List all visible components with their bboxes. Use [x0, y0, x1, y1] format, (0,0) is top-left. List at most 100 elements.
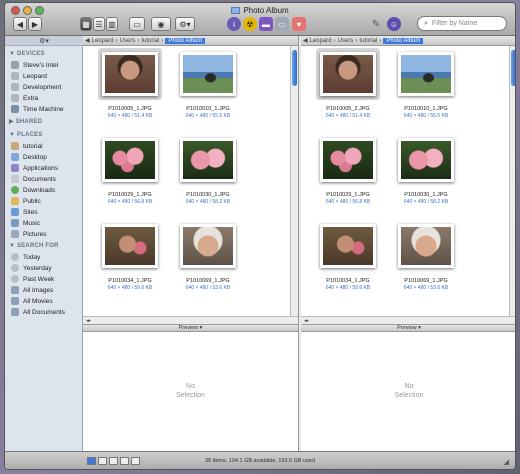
breadcrumb[interactable]: Users	[338, 38, 354, 44]
photo-thumbnail[interactable]	[320, 138, 376, 182]
time-machine-icon	[11, 105, 19, 113]
photo-thumbnail[interactable]	[320, 224, 376, 268]
sidebar-item-search[interactable]: All Images	[11, 285, 53, 295]
file-info: 640 × 480 / 58.2 KB	[403, 199, 449, 205]
breadcrumb-current[interactable]: Photo Album	[165, 37, 206, 44]
sidebar-header-search[interactable]: ▼ SEARCH FOR	[9, 243, 59, 249]
vertical-scrollbar[interactable]	[509, 46, 515, 316]
sidebar-item-place[interactable]: Sites	[11, 207, 37, 217]
sidebar-item-place[interactable]: Downloads	[11, 185, 55, 195]
sidebar-item-place[interactable]: Applications	[11, 163, 58, 173]
file-item[interactable]: P1010069_1.JPG 640 × 480 / 53.6 KB	[173, 220, 243, 304]
file-item[interactable]: P1010010_1.JPG 640 × 480 / 55.5 KB	[173, 48, 243, 132]
file-item[interactable]: P1010005_2.JPG 640 × 480 / 51.4 KB	[313, 48, 383, 132]
sidebar-item-device[interactable]: Steve's Intel	[11, 60, 58, 70]
clock-icon	[11, 264, 19, 272]
file-item[interactable]: P1010029_1.JPG 640 × 480 / 56.8 KB	[95, 134, 165, 218]
column-view-icon: ▥	[108, 19, 116, 29]
breadcrumb[interactable]: Users	[120, 38, 136, 44]
sidebar: ⚙▾ ▼ DEVICES Steve's Intel Leopard Devel…	[5, 36, 83, 451]
sidebar-item-device[interactable]: Time Machine	[11, 104, 64, 114]
wrench-icon[interactable]: ✎	[369, 17, 383, 31]
photo-thumbnail[interactable]	[180, 138, 236, 182]
file-item[interactable]: P1010005_1.JPG 640 × 480 / 51.4 KB	[95, 48, 165, 132]
photo-thumbnail[interactable]	[320, 52, 376, 96]
file-name: P1010005_2.JPG	[326, 106, 370, 112]
file-item[interactable]: P1010029_1.JPG 640 × 480 / 56.8 KB	[313, 134, 383, 218]
horizontal-scrollbar[interactable]: ◂▸	[83, 316, 298, 324]
file-item[interactable]: P1010069_1.JPG 640 × 480 / 53.6 KB	[391, 220, 461, 304]
sidebar-item-search[interactable]: All Movies	[11, 296, 53, 306]
cover-flow-button[interactable]: ▭	[129, 17, 145, 31]
scroll-thumb[interactable]	[292, 50, 297, 86]
photo-thumbnail[interactable]	[102, 224, 158, 268]
sidebar-item-place[interactable]: Music	[11, 218, 40, 228]
breadcrumb[interactable]: Leopard	[92, 38, 114, 44]
column-view-button[interactable]: ▥	[106, 17, 118, 31]
quick-look-button[interactable]: ◉	[151, 17, 171, 31]
photo-thumbnail[interactable]	[180, 52, 236, 96]
sidebar-item-place[interactable]: Desktop	[11, 152, 47, 162]
photo-thumbnail[interactable]	[180, 224, 236, 268]
computer-icon	[11, 61, 19, 69]
sidebar-header-devices[interactable]: ▼ DEVICES	[9, 51, 45, 57]
photo-thumbnail[interactable]	[398, 52, 454, 96]
burn-icon[interactable]: ☢	[243, 17, 257, 31]
file-info: 640 × 480 / 55.5 KB	[403, 113, 449, 119]
sidebar-item-search[interactable]: All Documents	[11, 307, 65, 317]
sidebar-item-device[interactable]: Extra	[11, 93, 38, 103]
file-item[interactable]: P1010030_1.JPG 640 × 480 / 58.2 KB	[173, 134, 243, 218]
home-icon[interactable]: ◀	[303, 37, 308, 44]
icon-grid: P1010005_1.JPG 640 × 480 / 51.4 KB P101001…	[83, 46, 291, 316]
sidebar-item-search[interactable]: Today	[11, 252, 40, 262]
cover-flow-icon: ▭	[133, 19, 141, 29]
sidebar-header-shared[interactable]: ▶ SHARED	[9, 118, 42, 125]
breadcrumb[interactable]: Leopard	[310, 38, 332, 44]
file-info: 640 × 480 / 51.4 KB	[107, 113, 153, 119]
smart-folder-icon	[11, 297, 19, 305]
search-field[interactable]: ⌕ Filter by Name	[417, 16, 507, 31]
sidebar-item-place[interactable]: tutorial	[11, 141, 43, 151]
documents-icon	[11, 175, 19, 183]
path-bar: ◀ Leopard › Users › tutorial › Photo Alb…	[301, 36, 515, 46]
vertical-scrollbar[interactable]	[290, 46, 298, 316]
action-menu-button[interactable]: ⚙▾	[175, 17, 195, 31]
user-icon[interactable]: ☺	[387, 17, 401, 31]
sidebar-item-search[interactable]: Yesterday	[11, 263, 52, 273]
breadcrumb[interactable]: tutorial	[359, 38, 377, 44]
drive-icon[interactable]: ▭	[275, 17, 289, 31]
resize-grip-icon[interactable]: ◢	[504, 458, 509, 466]
preview-toggle[interactable]: Preview ▾	[83, 324, 298, 332]
sidebar-item-place[interactable]: Public	[11, 196, 41, 206]
heart-icon[interactable]: ♥	[292, 17, 306, 31]
list-view-button[interactable]: ☰	[93, 17, 105, 31]
breadcrumb[interactable]: tutorial	[141, 38, 159, 44]
photo-thumbnail[interactable]	[102, 52, 158, 96]
file-name: P1010010_1.JPG	[186, 106, 230, 112]
sidebar-item-device[interactable]: Development	[11, 82, 61, 92]
file-item[interactable]: P1010034_1.JPG 640 × 480 / 59.6 KB	[95, 220, 165, 304]
icon-view-button[interactable]: ▦	[80, 17, 92, 31]
forward-button[interactable]: ▶	[28, 17, 42, 31]
back-button[interactable]: ◀	[13, 17, 27, 31]
sidebar-item-place[interactable]: Documents	[11, 174, 56, 184]
sites-icon	[11, 208, 19, 216]
photo-thumbnail[interactable]	[398, 224, 454, 268]
home-icon[interactable]: ◀	[85, 37, 90, 44]
file-item[interactable]: P1010030_1.JPG 640 × 480 / 58.2 KB	[391, 134, 461, 218]
sidebar-header-places[interactable]: ▼ PLACES	[9, 132, 43, 138]
sidebar-item-search[interactable]: Past Week	[11, 274, 54, 284]
archive-icon[interactable]: ▬	[259, 17, 273, 31]
sidebar-item-place[interactable]: Pictures	[11, 229, 46, 239]
sidebar-action-button[interactable]: ⚙▾	[5, 36, 83, 46]
file-item[interactable]: P1010034_1.JPG 640 × 480 / 59.6 KB	[313, 220, 383, 304]
horizontal-scrollbar[interactable]: ◂▸	[301, 316, 515, 324]
photo-thumbnail[interactable]	[398, 138, 454, 182]
sidebar-item-device[interactable]: Leopard	[11, 71, 47, 81]
preview-toggle[interactable]: Preview ▾	[301, 324, 515, 332]
info-icon[interactable]: i	[227, 17, 241, 31]
scroll-thumb[interactable]	[511, 50, 515, 86]
file-item[interactable]: P1010010_1.JPG 640 × 480 / 55.5 KB	[391, 48, 461, 132]
breadcrumb-current[interactable]: Photo Album	[383, 37, 424, 44]
photo-thumbnail[interactable]	[102, 138, 158, 182]
